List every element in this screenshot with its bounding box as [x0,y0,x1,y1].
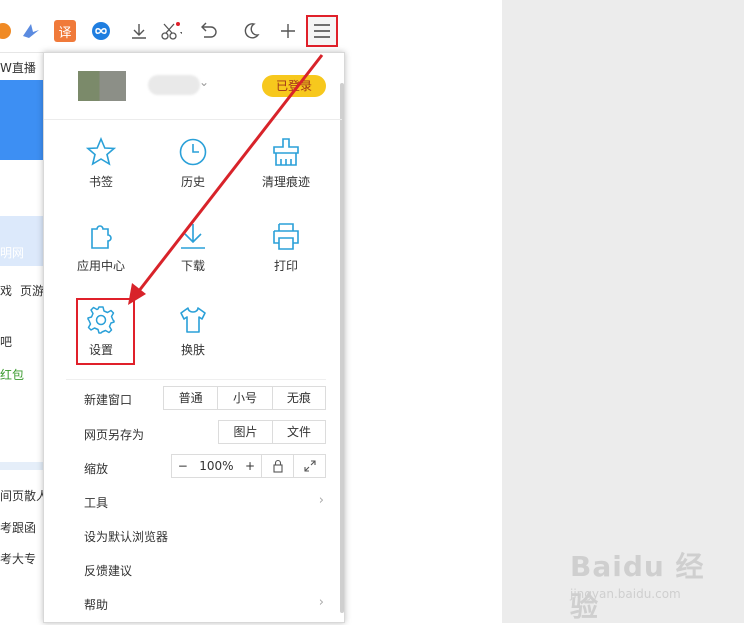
watermark-url: jingyan.baidu.com [570,587,681,601]
print-item[interactable]: 打印 [254,221,318,274]
downloads-item[interactable]: 下载 [161,221,225,274]
save-page-options: 图片 文件 [218,420,326,444]
save-as-file-button[interactable]: 文件 [273,421,325,443]
page-strip [0,462,43,470]
infinity-icon[interactable] [90,20,112,42]
download-icon[interactable] [128,20,150,42]
zoom-minus[interactable]: − [178,455,188,477]
feedback-item[interactable]: 反馈建议 [84,562,132,579]
bookmarks-item[interactable]: 书签 [69,137,133,190]
page-link-7[interactable]: 考跟函 [0,519,36,536]
main-menu-panel: ⌄ 已登录 书签 历史 清理痕迹 应用中心 下载 打印 设置 换肤 新建窗口 普… [43,52,345,623]
page-link-live[interactable]: W直播 [0,59,36,76]
printer-icon [273,223,299,250]
scissors-icon[interactable] [160,20,182,42]
save-as-image-button[interactable]: 图片 [219,421,273,443]
broom-icon [273,138,299,166]
zoom-label: 缩放 [84,462,109,476]
zoom-plus[interactable]: + [245,455,255,477]
menu-button[interactable] [306,15,338,47]
new-window-incognito-button[interactable]: 无痕 [273,387,325,409]
new-window-small-button[interactable]: 小号 [218,387,273,409]
background-area [502,0,744,623]
divider [66,379,326,380]
star-icon [86,137,116,166]
divider [44,119,342,120]
skin-item[interactable]: 换肤 [161,305,225,358]
browser-toolbar: 译 [0,12,345,53]
chevron-down-icon[interactable]: ⌄ [199,75,209,89]
clear-traces-label: 清理痕迹 [261,175,310,189]
chevron-right-icon: › [318,595,324,610]
puzzle-icon [91,225,112,249]
watermark: Baidu 经验 jingyan.baidu.com [570,545,710,623]
page-link-4[interactable]: 吧 [0,333,12,350]
history-item[interactable]: 历史 [161,137,225,190]
moon-icon[interactable] [240,20,262,42]
clear-traces-item[interactable]: 清理痕迹 [254,137,318,190]
history-label: 历史 [180,175,205,189]
download-icon [181,224,205,249]
clock-icon [179,138,207,166]
page-link-8[interactable]: 考大专 [0,550,36,567]
skin-label: 换肤 [180,343,205,357]
expand-icon [304,460,316,472]
plus-icon[interactable] [277,20,299,42]
menu-scrollbar[interactable] [340,83,344,613]
app-center-label: 应用中心 [76,259,125,273]
zoom-out-button[interactable]: − 100% + [172,455,262,477]
zoom-lock-button[interactable] [262,455,295,477]
settings-highlight-box [76,298,135,365]
page-link-5[interactable]: 红包 [0,366,24,383]
login-status-badge[interactable]: 已登录 [262,75,326,97]
page-link-1[interactable]: 明网 [0,244,24,261]
print-label: 打印 [273,259,298,273]
help-menu-item[interactable]: 帮助 [84,596,108,613]
translate-icon[interactable]: 译 [54,20,76,42]
save-page-label: 网页另存为 [84,428,145,442]
tools-menu-item[interactable]: 工具 [84,494,108,511]
page-banner [0,80,43,160]
orange-app-icon[interactable] [0,20,14,42]
page-link-6[interactable]: 间页散人 [0,487,48,504]
new-window-label: 新建窗口 [84,393,133,407]
new-window-options: 普通 小号 无痕 [163,386,326,410]
page-link-3[interactable]: 页游 [20,282,44,299]
menu-icon [314,24,330,38]
app-center-item[interactable]: 应用中心 [69,221,133,274]
zoom-value: 100% [199,459,234,473]
watermark-brand: Baidu 经验 [570,550,705,623]
shirt-icon [180,307,206,333]
new-window-normal-button[interactable]: 普通 [164,387,219,409]
page-link-2[interactable]: 戏 [0,282,12,299]
lock-icon [273,459,283,473]
downloads-label: 下载 [180,259,205,273]
set-default-browser-item[interactable]: 设为默认浏览器 [84,528,168,545]
zoom-controls: − 100% + [171,454,326,478]
undo-icon[interactable] [198,20,220,42]
avatar[interactable] [78,71,126,101]
bird-icon[interactable] [20,20,42,42]
bookmarks-label: 书签 [88,175,113,189]
username[interactable] [148,75,200,95]
fullscreen-button[interactable] [294,455,325,477]
chevron-right-icon: › [318,493,324,508]
